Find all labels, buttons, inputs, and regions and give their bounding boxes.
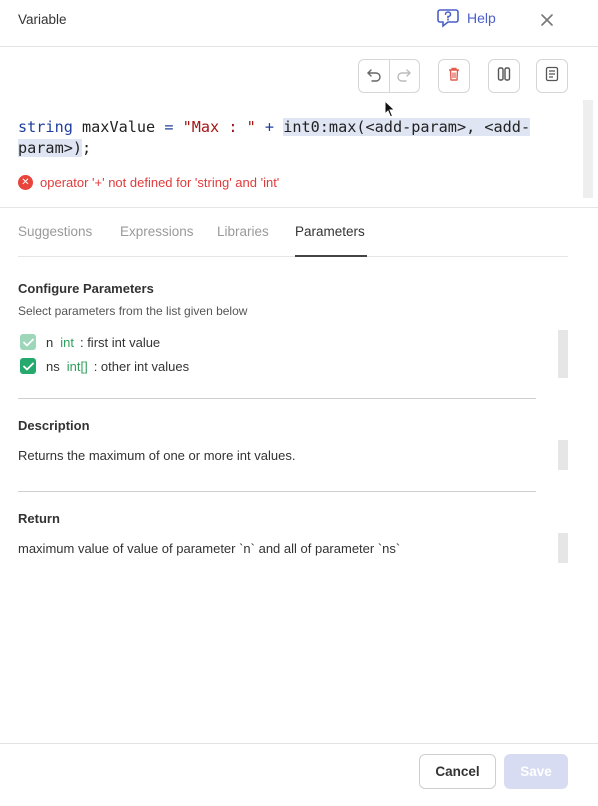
code-string-literal: "Max : " (173, 118, 265, 136)
help-button[interactable]: Help (437, 8, 496, 28)
helper-tabs: Suggestions Expressions Libraries Parame… (18, 208, 568, 257)
return-scrollbar[interactable] (558, 533, 568, 563)
dialog-header: Variable Help (0, 0, 598, 47)
parameter-checkbox-n[interactable] (20, 334, 36, 350)
tab-suggestions[interactable]: Suggestions (18, 224, 92, 239)
return-text: maximum value of value of parameter `n` … (18, 541, 401, 556)
redo-icon (396, 66, 412, 87)
dialog-title: Variable (18, 12, 67, 27)
undo-icon (366, 66, 382, 87)
editor-scrollbar[interactable] (583, 100, 593, 198)
tab-expressions[interactable]: Expressions (120, 224, 194, 239)
error-message: ✕ operator '+' not defined for 'string' … (18, 175, 279, 190)
parameter-item: ns int[] : other int values (20, 358, 189, 374)
configure-parameters-subtitle: Select parameters from the list given be… (18, 304, 248, 318)
return-title: Return (18, 511, 60, 526)
save-button[interactable]: Save (504, 754, 568, 789)
tab-libraries[interactable]: Libraries (217, 224, 269, 239)
description-title: Description (18, 418, 90, 433)
description-text: Returns the maximum of one or more int v… (18, 448, 296, 463)
close-icon[interactable] (540, 13, 554, 27)
parameter-type: int (60, 334, 74, 350)
code-semicolon: ; (82, 139, 92, 157)
cancel-button[interactable]: Cancel (419, 754, 496, 789)
error-text: operator '+' not defined for 'string' an… (40, 175, 280, 190)
parameter-name: n (46, 334, 54, 350)
undo-redo-group (358, 59, 420, 93)
code-variable-name: maxValue (72, 118, 165, 136)
parameter-description: : first int value (79, 334, 161, 350)
parameter-name: ns (46, 358, 60, 374)
parameter-checkbox-ns[interactable] (20, 358, 36, 374)
document-icon (544, 66, 560, 87)
split-view-icon (496, 66, 512, 87)
error-icon: ✕ (18, 175, 33, 190)
description-scrollbar[interactable] (558, 440, 568, 470)
code-function-call-cont: param>) (18, 139, 83, 157)
expression-editor[interactable]: string maxValue = "Max : " + int0:max(<a… (18, 117, 558, 159)
code-type-keyword: string (18, 118, 73, 136)
help-label: Help (467, 10, 496, 26)
parameter-type: int[] (66, 358, 88, 374)
tab-parameters[interactable]: Parameters (295, 224, 365, 239)
active-tab-indicator (295, 255, 367, 257)
undo-button[interactable] (359, 60, 389, 92)
split-view-button[interactable] (488, 59, 520, 93)
delete-button[interactable] (438, 59, 470, 93)
code-function-call: int0:max(<add-param>, <add- (283, 118, 531, 136)
redo-button[interactable] (388, 60, 419, 92)
section-divider (18, 398, 536, 399)
parameter-item: n int : first int value (20, 334, 160, 350)
delete-icon (446, 66, 462, 87)
section-divider (18, 491, 536, 492)
help-chat-icon (437, 8, 459, 28)
code-plus-operator: + (264, 118, 275, 136)
parameter-description: : other int values (93, 358, 190, 374)
configure-parameters-title: Configure Parameters (18, 281, 154, 296)
parameters-scrollbar[interactable] (558, 330, 568, 378)
document-button[interactable] (536, 59, 568, 93)
